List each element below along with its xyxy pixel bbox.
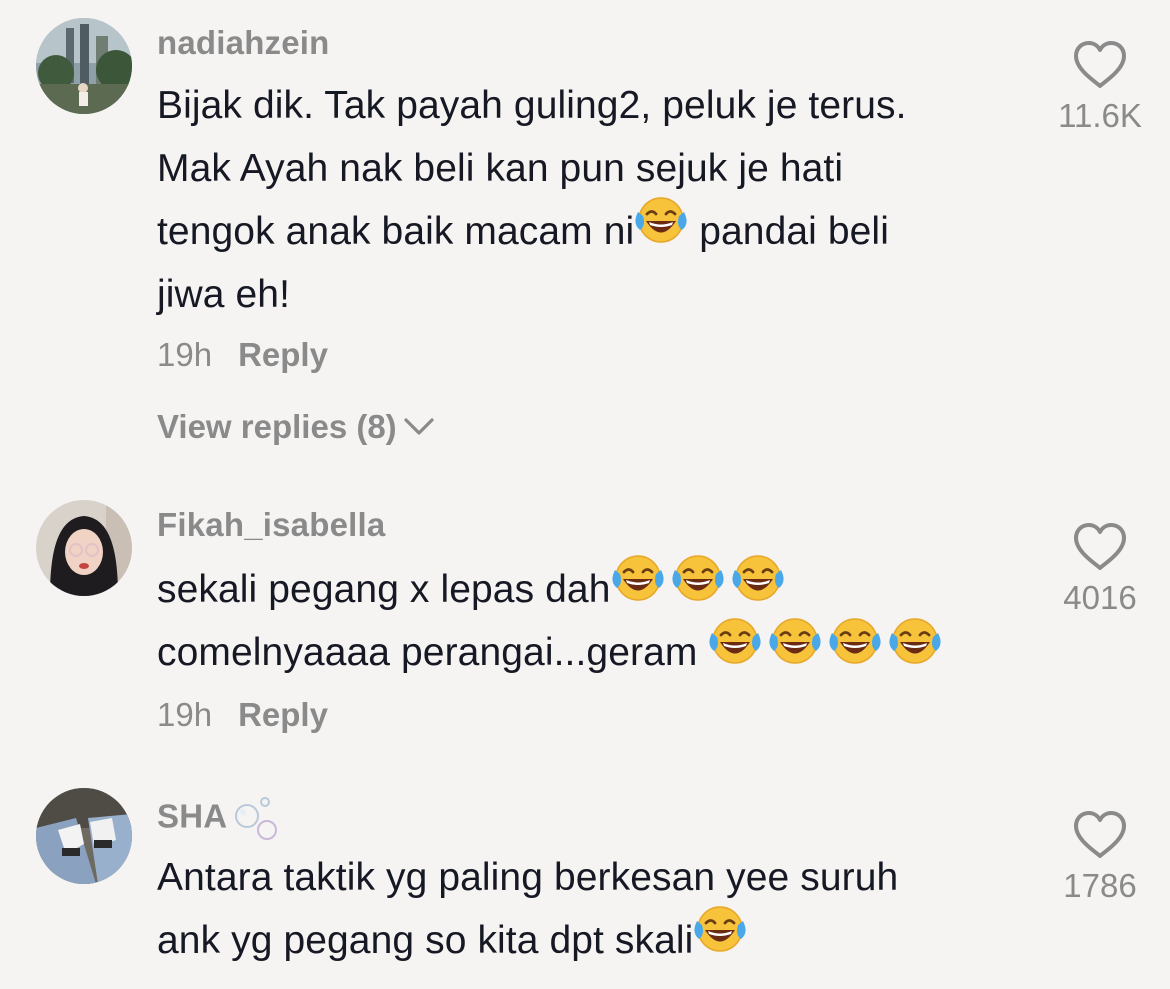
avatar[interactable] — [36, 500, 132, 596]
like-count: 4016 — [1063, 579, 1137, 616]
comment-text-segment: pandai beli — [688, 210, 889, 253]
avatar[interactable] — [36, 18, 132, 114]
comment-item: nadiahzein Bijak dik. Tak payah guling2,… — [0, 0, 1170, 470]
comment-item: SHA Antara taktik yg paling berkesan yee… — [0, 770, 1170, 989]
like-count: 11.6K — [1058, 97, 1142, 134]
username[interactable]: Fikah_isabella — [157, 506, 385, 544]
comment-text-segment: jiwa eh! — [157, 273, 291, 317]
comment-text-segment: Antara taktik yg paling berkesan yee sur… — [157, 856, 899, 899]
like-control: 11.6K — [1050, 40, 1150, 135]
laughing-emoji-icon — [611, 554, 665, 621]
username-label: SHA — [157, 797, 228, 835]
comment-meta: 19h Reply — [157, 336, 328, 374]
timestamp: 19h — [157, 696, 213, 733]
laughing-emoji-icon — [634, 196, 688, 263]
laughing-emoji-icon — [828, 617, 882, 684]
like-control: 1786 — [1050, 810, 1150, 905]
timestamp: 19h — [157, 336, 213, 373]
comment-line: sekali pegang x lepas dah — [157, 555, 1037, 621]
avatar[interactable] — [36, 788, 132, 884]
heart-outline-icon[interactable] — [1072, 522, 1128, 577]
comment-text: Antara taktik yg paling berkesan yee sur… — [157, 846, 1037, 972]
reply-button[interactable]: Reply — [238, 336, 328, 373]
comment-text-segment: tengok anak baik macam ni — [157, 210, 635, 253]
laughing-emoji-icon — [708, 617, 762, 684]
comments-panel: nadiahzein Bijak dik. Tak payah guling2,… — [0, 0, 1170, 989]
comment-line: comelnyaaaa perangai...geram — [157, 618, 1037, 684]
comment-line: Bijak dik. Tak payah guling2, peluk je t… — [157, 74, 1037, 137]
comment-line: tengok anak baik macam ni pandai beli — [157, 197, 1037, 263]
comment-line: jiwa eh! — [157, 263, 1037, 326]
comment-item: Fikah_isabella sekali pegang x lepas dah… — [0, 480, 1170, 770]
laughing-emoji-icon — [671, 554, 725, 621]
laughing-emoji-icon — [888, 617, 942, 684]
comment-text-segment: ank yg pegang so kita dpt skali — [157, 919, 694, 962]
comment-line: Antara taktik yg paling berkesan yee sur… — [157, 846, 1037, 909]
username[interactable]: SHA — [157, 794, 279, 844]
view-replies-label: View replies (8) — [157, 408, 397, 445]
laughing-emoji-icon — [693, 905, 747, 972]
view-replies-button[interactable]: View replies (8) — [157, 408, 435, 446]
laughing-emoji-icon — [731, 554, 785, 621]
like-control: 4016 — [1050, 522, 1150, 617]
comment-text: sekali pegang x lepas dah comelnyaaaa pe… — [157, 555, 1037, 684]
comment-text: Bijak dik. Tak payah guling2, peluk je t… — [157, 74, 1037, 326]
username[interactable]: nadiahzein — [157, 24, 330, 62]
heart-outline-icon[interactable] — [1072, 810, 1128, 865]
laughing-emoji-icon — [768, 617, 822, 684]
comment-text-segment: sekali pegang x lepas dah — [157, 568, 611, 611]
reply-button[interactable]: Reply — [238, 696, 328, 733]
comment-line: ank yg pegang so kita dpt skali — [157, 906, 1037, 972]
comment-meta: 19h Reply — [157, 696, 328, 734]
bubbles-icon — [235, 797, 278, 840]
heart-outline-icon[interactable] — [1072, 40, 1128, 95]
like-count: 1786 — [1063, 867, 1137, 904]
comment-line: Mak Ayah nak beli kan pun sejuk je hati — [157, 137, 1037, 200]
comment-text-segment: Bijak dik. Tak payah guling2, peluk je t… — [157, 84, 907, 127]
chevron-down-icon — [404, 418, 434, 435]
comment-text-segment: Mak Ayah nak beli kan pun sejuk je hati — [157, 147, 844, 190]
comment-text-segment: comelnyaaaa perangai...geram — [157, 631, 709, 675]
